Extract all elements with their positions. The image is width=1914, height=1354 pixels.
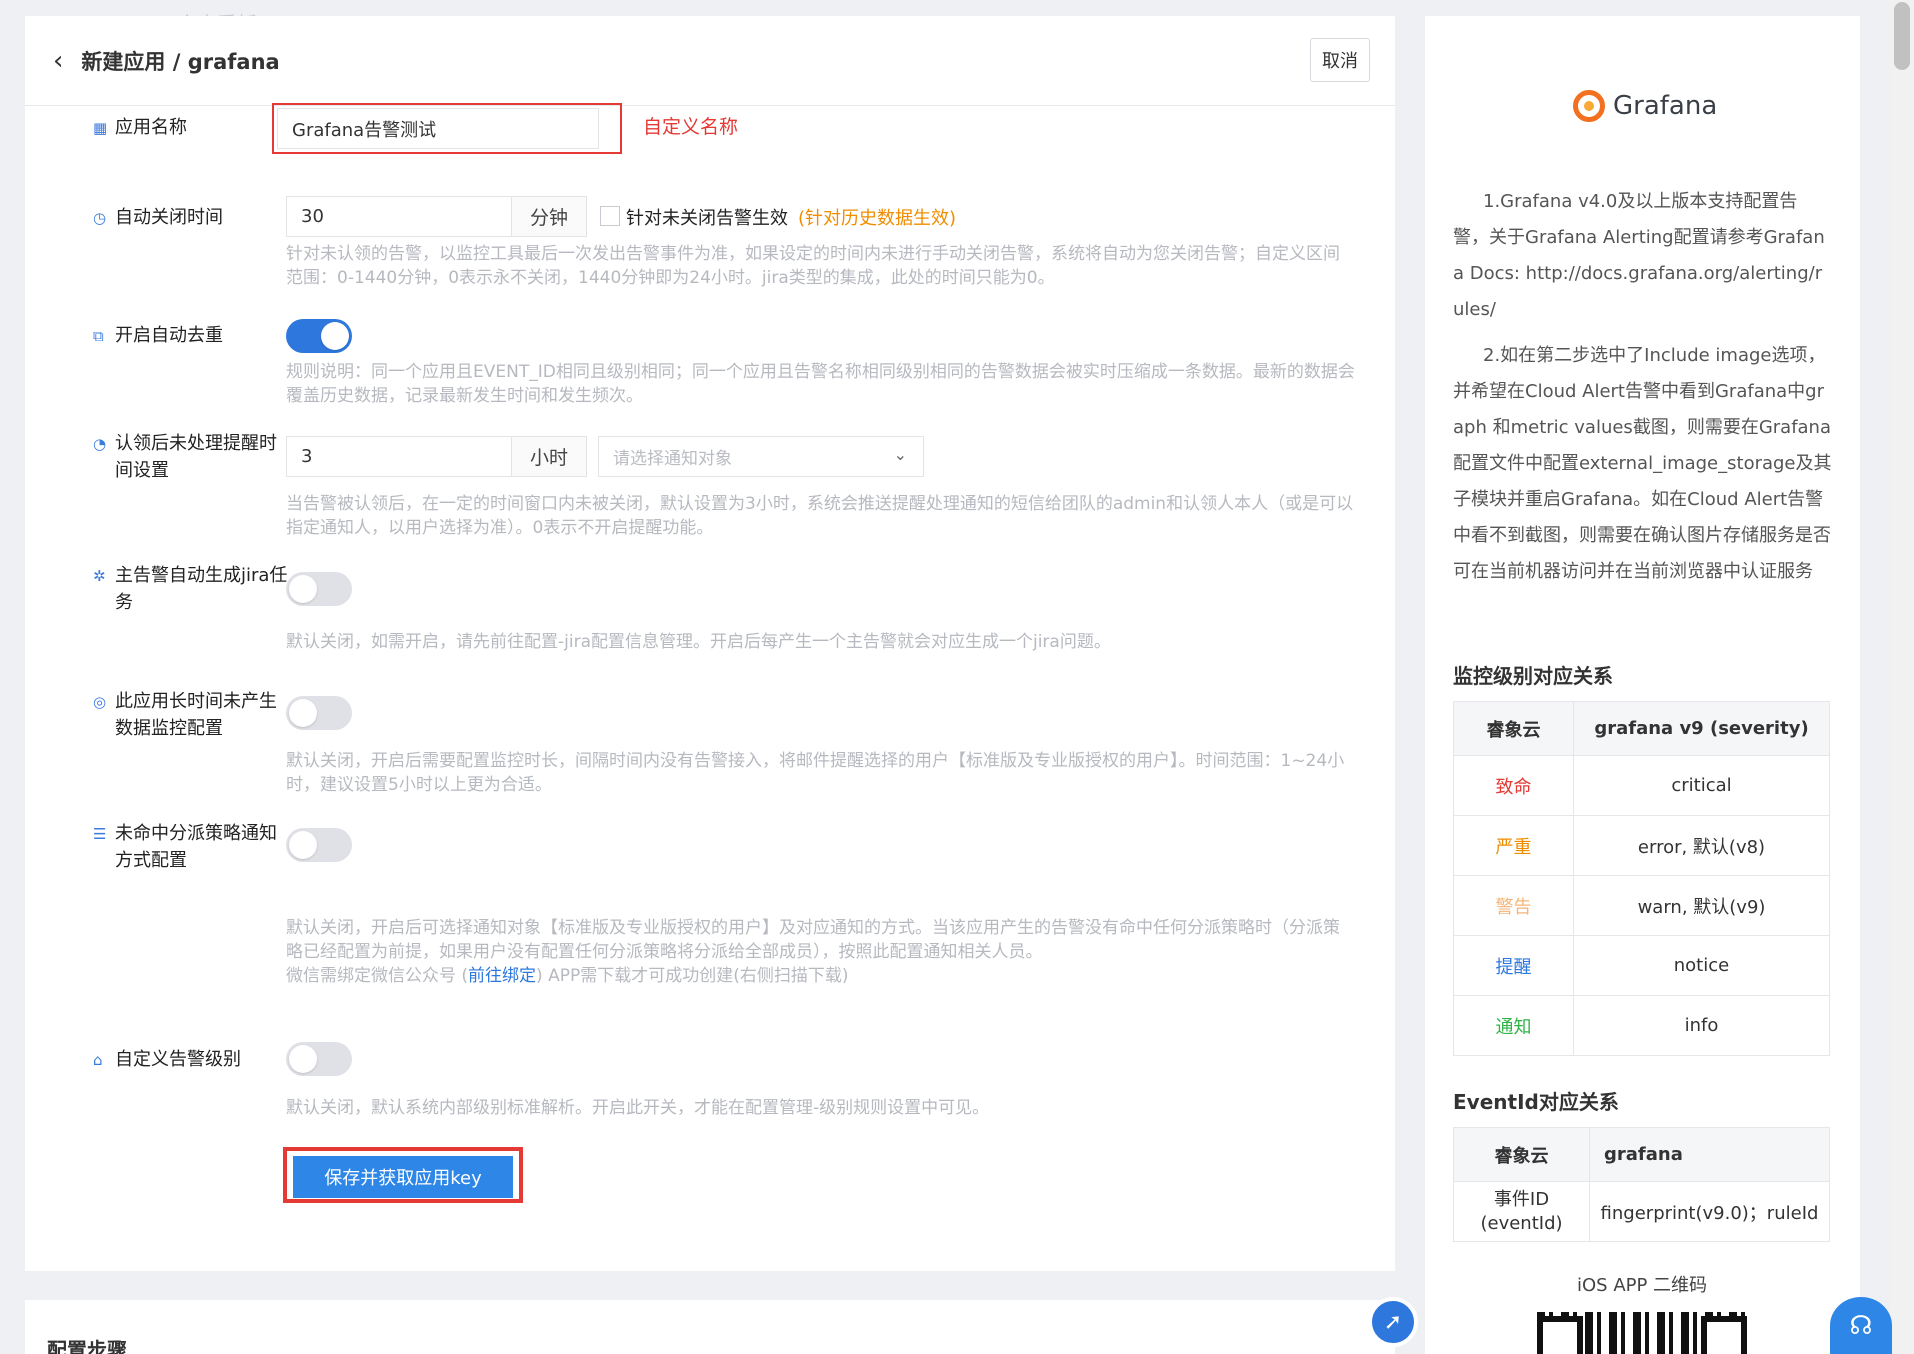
custom-level-desc: 默认关闭，默认系统内部级别标准解析。开启此开关，才能在配置管理-级别规则设置中可… [286, 1098, 990, 1118]
event-cell: fingerprint(v9.0)；ruleId [1589, 1181, 1830, 1242]
jira-icon: ✲ [93, 567, 106, 585]
table-row: 致命 critical [1453, 755, 1830, 816]
severity-value-cell: error, 默认(v8) [1573, 815, 1830, 876]
severity-header-cell: grafana v9 (severity) [1573, 701, 1830, 756]
checkbox-label: 针对未关闭告警生效 [626, 208, 788, 229]
unmatched-desc: 默认关闭，开启后可选择通知对象【标准版及专业版授权的用户】及对应通知的方式。当该… [286, 916, 1356, 988]
event-header-cell: grafana [1589, 1127, 1830, 1182]
severity-value-cell: notice [1573, 935, 1830, 996]
app-name-annotation: 自定义名称 [643, 116, 739, 138]
auto-close-desc: 针对未认领的告警，以监控工具最后一次发出告警事件为准，如果设定的时间内未进行手动… [286, 244, 1340, 288]
notify-target-select[interactable]: 请选择通知对象 ⌄ [598, 436, 924, 477]
chevron-left-icon[interactable]: ‹ [53, 46, 63, 76]
table-row: 提醒 notice [1453, 935, 1830, 996]
severity-level-cell: 提醒 [1453, 935, 1574, 996]
grafana-logo-icon [1573, 90, 1605, 122]
severity-value-cell: info [1573, 995, 1830, 1056]
no-data-desc: 默认关闭，开启后需要配置监控时长，间隔时间内没有告警接入，将邮件提醒选择的用户【… [286, 751, 1345, 795]
rocket-icon[interactable]: ➚ [1368, 1297, 1418, 1347]
checkbox-note: (针对历史数据生效) [798, 208, 957, 229]
page-header: ‹ 新建应用 / grafana 取消 [25, 16, 1395, 106]
scrollbar[interactable] [1890, 0, 1914, 1354]
select-placeholder: 请选择通知对象 [613, 449, 732, 469]
no-data-label: ◎ 此应用长时间未产生数据监控配置 [93, 688, 288, 742]
page-title: 新建应用 / grafana [81, 49, 280, 74]
help-para-1: 1.Grafana v4.0及以上版本支持配置告警，关于Grafana Aler… [1453, 191, 1825, 320]
jira-label: ✲ 主告警自动生成jira任务 [93, 562, 288, 616]
table-row: 事件ID (eventId) fingerprint(v9.0)；ruleId [1453, 1181, 1830, 1242]
help-sidebar: Grafana 1.Grafana v4.0及以上版本支持配置告警，关于Graf… [1425, 16, 1860, 1354]
table-row: 警告 warn, 默认(v9) [1453, 875, 1830, 936]
timer-icon: ◔ [93, 435, 107, 453]
auto-close-label: ◷ 自动关闭时间 [93, 204, 288, 232]
event-cell: 事件ID (eventId) [1453, 1181, 1590, 1242]
dedup-icon: ⧉ [93, 327, 104, 345]
custom-level-label: ⌂ 自定义告警级别 [93, 1046, 288, 1074]
bind-wechat-line: 微信需绑定微信公众号 (前往绑定) APP需下载才可成功创建(右侧扫描下载) [286, 966, 849, 986]
severity-level-cell: 严重 [1453, 815, 1574, 876]
level-icon: ⌂ [93, 1051, 103, 1069]
severity-value-cell: warn, 默认(v9) [1573, 875, 1830, 936]
app-name-label: ▦ 应用名称 [93, 114, 288, 142]
table-row: 通知 info [1453, 995, 1830, 1056]
config-steps-title: 配置步骤 [47, 1338, 127, 1354]
ios-qr-label: iOS APP 二维码 [1577, 1275, 1708, 1296]
severity-header-cell: 睿象云 [1453, 701, 1574, 756]
severity-level-cell: 通知 [1453, 995, 1574, 1056]
reminder-unit: 小时 [512, 436, 587, 477]
grid-icon: ▦ [93, 119, 108, 137]
qr-code [1537, 1312, 1747, 1354]
app-name-input[interactable]: Grafana告警测试 [277, 108, 599, 149]
severity-value-cell: critical [1573, 755, 1830, 816]
sliders-icon: ☰ [93, 825, 107, 843]
cancel-button[interactable]: 取消 [1310, 38, 1370, 82]
event-title: EventId对应关系 [1453, 1090, 1619, 1114]
event-header-cell: 睿象云 [1453, 1127, 1590, 1182]
grafana-logo: Grafana [1573, 90, 1717, 122]
dedup-label: ⧉ 开启自动去重 [93, 322, 288, 350]
monitor-icon: ◎ [93, 693, 107, 711]
severity-level-cell: 警告 [1453, 875, 1574, 936]
reminder-label: ◔ 认领后未处理提醒时间设置 [93, 430, 288, 484]
config-steps-panel: 配置步骤 [25, 1300, 1395, 1354]
custom-level-toggle[interactable] [286, 1042, 352, 1076]
save-get-key-button[interactable]: 保存并获取应用key [293, 1156, 513, 1198]
main-panel: ‹ 新建应用 / grafana 取消 ▦ 应用名称 Grafana告警测试 自… [25, 16, 1395, 1271]
unmatched-label: ☰ 未命中分派策略通知方式配置 [93, 820, 288, 874]
unclosed-alerts-checkbox[interactable] [600, 206, 620, 226]
dedup-desc: 规则说明：同一个应用且EVENT_ID相同且级别相同；同一个应用且告警名称相同级… [286, 362, 1355, 406]
severity-title: 监控级别对应关系 [1453, 664, 1613, 688]
table-row: 严重 error, 默认(v8) [1453, 815, 1830, 876]
severity-level-cell: 致命 [1453, 755, 1574, 816]
clock-icon: ◷ [93, 209, 107, 227]
help-para-2: 2.如在第二步选中了Include image选项，并希望在Cloud Aler… [1453, 345, 1832, 582]
unmatched-toggle[interactable] [286, 828, 352, 862]
event-table: 睿象云 grafana 事件ID (eventId) fingerprint(v… [1453, 1127, 1830, 1242]
bind-wechat-link[interactable]: 前往绑定 [468, 966, 536, 986]
severity-table: 睿象云 grafana v9 (severity) 致命 critical 严重 er… [1453, 701, 1830, 1056]
reminder-input[interactable]: 3 [286, 436, 512, 477]
auto-close-unit: 分钟 [512, 196, 587, 237]
jira-desc: 默认关闭，如需开启，请先前往配置-jira配置信息管理。开启后每产生一个主告警就… [286, 632, 1111, 652]
reminder-desc: 当告警被认领后，在一定的时间窗口内未被关闭，默认设置为3小时，系统会推送提醒处理… [286, 494, 1354, 538]
jira-toggle[interactable] [286, 572, 352, 606]
no-data-toggle[interactable] [286, 696, 352, 730]
dedup-toggle[interactable] [286, 319, 352, 353]
scrollbar-thumb[interactable] [1894, 2, 1910, 70]
chevron-down-icon: ⌄ [893, 445, 907, 464]
auto-close-input[interactable]: 30 [286, 196, 512, 237]
headset-icon[interactable]: ☊ [1830, 1297, 1892, 1354]
